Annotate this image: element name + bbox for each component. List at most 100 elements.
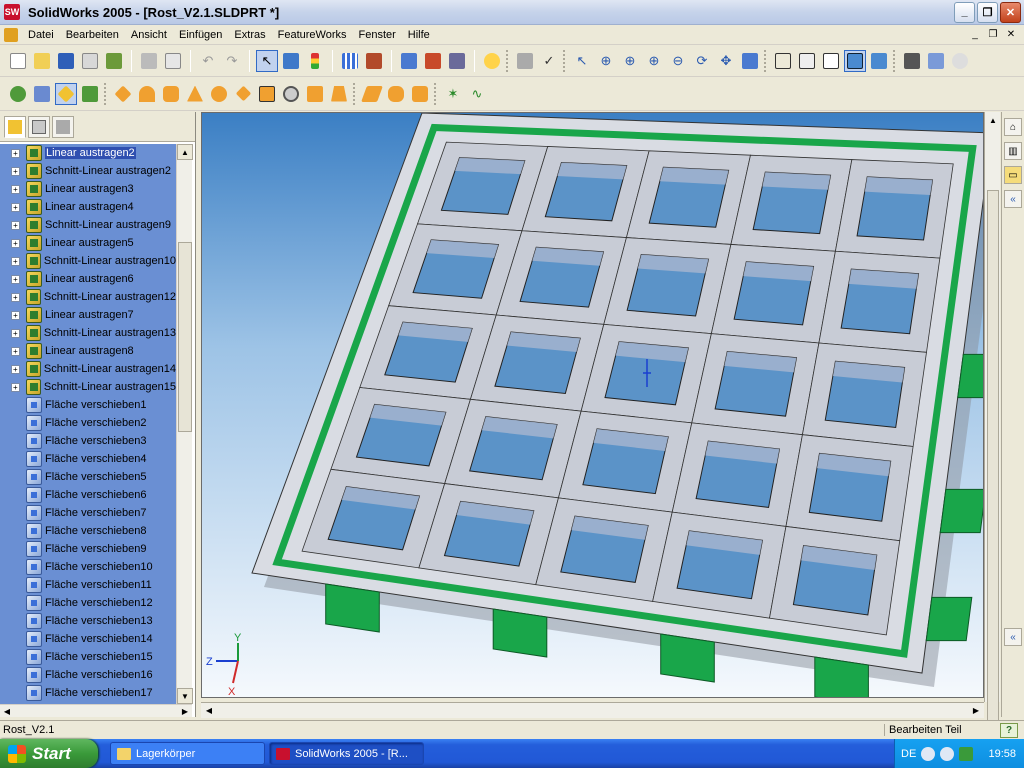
menu-fenster[interactable]: Fenster (352, 29, 401, 41)
menu-bearbeiten[interactable]: Bearbeiten (60, 29, 125, 41)
tree-item[interactable]: + Linear austragen6 (0, 270, 176, 288)
expand-toggle-icon[interactable]: + (11, 274, 20, 284)
tree-item[interactable]: Fläche verschieben7 (0, 504, 176, 522)
expand-toggle-icon[interactable]: + (11, 382, 20, 392)
home-icon[interactable]: ⌂ (1004, 118, 1022, 136)
rib-icon[interactable] (256, 83, 278, 105)
design-library-icon[interactable]: ▥ (1004, 142, 1022, 160)
doc-close-button[interactable]: ✕ (1004, 28, 1018, 42)
sketch-icon[interactable] (7, 83, 29, 105)
undo-icon[interactable]: ↶ (197, 50, 219, 72)
viewport-scroll-left-icon[interactable]: ◀ (201, 703, 217, 719)
print-setup-icon[interactable] (79, 50, 101, 72)
tree-item[interactable]: Fläche verschieben12 (0, 594, 176, 612)
taskbar-item-lagerkoerper[interactable]: Lagerkörper (110, 742, 265, 765)
curves-icon[interactable]: ✶ (442, 83, 464, 105)
expand-toggle-icon[interactable]: + (11, 256, 20, 266)
expand-toggle-icon[interactable]: + (11, 184, 20, 194)
dome-icon[interactable] (328, 83, 350, 105)
featuremanager-tab[interactable] (4, 115, 26, 138)
scroll-up-arrow-icon[interactable]: ▲ (177, 144, 193, 160)
language-indicator[interactable]: DE (901, 748, 916, 760)
tray-arrow-icon[interactable] (921, 746, 936, 761)
doc-minimize-button[interactable]: _ (968, 28, 982, 42)
expand-toggle-icon[interactable]: + (11, 310, 20, 320)
tree-item[interactable]: + Linear austragen8 (0, 342, 176, 360)
tree-item[interactable]: + Linear austragen3 (0, 180, 176, 198)
menu-datei[interactable]: Datei (22, 29, 60, 41)
tree-item[interactable]: + Linear austragen5 (0, 234, 176, 252)
viewport-scroll-up-icon[interactable]: ▲ (985, 112, 1001, 128)
tree-item[interactable]: + Linear austragen7 (0, 306, 176, 324)
zoom-selection-icon[interactable]: ⊖ (667, 50, 689, 72)
new-document-icon[interactable] (7, 50, 29, 72)
expand-toggle-icon[interactable]: + (11, 346, 20, 356)
tree-item[interactable]: + Schnitt-Linear austragen15 (0, 378, 176, 396)
zoom-area-icon[interactable]: ⊕ (619, 50, 641, 72)
tree-item[interactable]: Fläche verschieben15 (0, 648, 176, 666)
viewport-scroll-thumb[interactable] (987, 190, 999, 730)
rotate-view-icon[interactable]: ⟳ (691, 50, 713, 72)
scroll-down-arrow-icon[interactable]: ▼ (177, 688, 193, 704)
options-icon[interactable] (103, 50, 125, 72)
tree-item[interactable]: Fläche verschieben16 (0, 666, 176, 684)
network-icon[interactable] (940, 746, 955, 761)
tree-item[interactable]: Fläche verschieben3 (0, 432, 176, 450)
expand-toggle-icon[interactable]: + (11, 364, 20, 374)
traffic-light-icon[interactable] (304, 50, 326, 72)
shadow-icon[interactable] (901, 50, 923, 72)
tree-item[interactable]: + Schnitt-Linear austragen14 (0, 360, 176, 378)
viewport-scroll-right-icon[interactable]: ▶ (968, 703, 984, 719)
menu-extras[interactable]: Extras (228, 29, 271, 41)
material-icon[interactable] (363, 50, 385, 72)
hidden-lines-visible-icon[interactable] (796, 50, 818, 72)
expand-toggle-icon[interactable]: + (11, 166, 20, 176)
swept-boss-icon[interactable] (160, 83, 182, 105)
realview-icon[interactable] (949, 50, 971, 72)
tree-item[interactable]: Fläche verschieben1 (0, 396, 176, 414)
reference-geometry-icon[interactable] (55, 82, 77, 105)
zoom-to-fit-icon[interactable]: ⊕ (595, 50, 617, 72)
tree-item[interactable]: + Linear austragen2 (0, 144, 176, 162)
tree-item[interactable]: + Schnitt-Linear austragen10 (0, 252, 176, 270)
shaded-with-edges-icon[interactable] (844, 49, 866, 72)
shaded-icon[interactable] (868, 50, 890, 72)
smart-dimension-icon[interactable] (31, 83, 53, 105)
expand-panel-icon[interactable]: « (1004, 628, 1022, 646)
fillet-icon[interactable] (208, 83, 230, 105)
feature-manager-icon[interactable] (79, 83, 101, 105)
spline-icon[interactable]: ∿ (466, 83, 488, 105)
doc-restore-button[interactable]: ❐ (986, 28, 1000, 42)
expand-toggle-icon[interactable]: + (11, 328, 20, 338)
hole-wizard-icon[interactable] (280, 83, 302, 105)
graphics-viewport[interactable]: Z Y X (201, 112, 984, 698)
save-icon[interactable] (55, 50, 77, 72)
tree-item[interactable]: Fläche verschieben11 (0, 576, 176, 594)
tree-item[interactable]: + Schnitt-Linear austragen9 (0, 216, 176, 234)
scroll-left-arrow-icon[interactable]: ◀ (0, 705, 14, 718)
linear-pattern-icon[interactable] (361, 83, 383, 105)
open-folder-icon[interactable] (31, 50, 53, 72)
scroll-right-arrow-icon[interactable]: ▶ (178, 705, 192, 718)
tree-item[interactable]: Fläche verschieben13 (0, 612, 176, 630)
configurationmanager-tab[interactable] (52, 115, 74, 138)
tree-item[interactable]: Fläche verschieben2 (0, 414, 176, 432)
lofted-boss-icon[interactable] (184, 83, 206, 105)
document-menu-icon[interactable] (4, 27, 18, 42)
tree-item[interactable]: + Schnitt-Linear austragen12 (0, 288, 176, 306)
print-preview-icon[interactable] (162, 50, 184, 72)
chamfer-icon[interactable] (232, 83, 254, 105)
menu-ansicht[interactable]: Ansicht (125, 29, 173, 41)
tree-item[interactable]: Fläche verschieben4 (0, 450, 176, 468)
shell-icon[interactable] (304, 83, 326, 105)
start-button[interactable]: Start (0, 739, 98, 768)
viewport-vertical-scrollbar[interactable]: ▲ (984, 112, 1001, 730)
expand-toggle-icon[interactable]: + (11, 220, 20, 230)
tree-item[interactable]: + Linear austragen4 (0, 198, 176, 216)
grate-model[interactable]: Z Y X (202, 113, 984, 698)
propertymanager-tab[interactable] (28, 115, 50, 138)
close-button[interactable]: ✕ (1000, 1, 1021, 23)
tree-item[interactable]: + Schnitt-Linear austragen13 (0, 324, 176, 342)
revolved-boss-icon[interactable] (136, 83, 158, 105)
tree-item[interactable]: Fläche verschieben9 (0, 540, 176, 558)
